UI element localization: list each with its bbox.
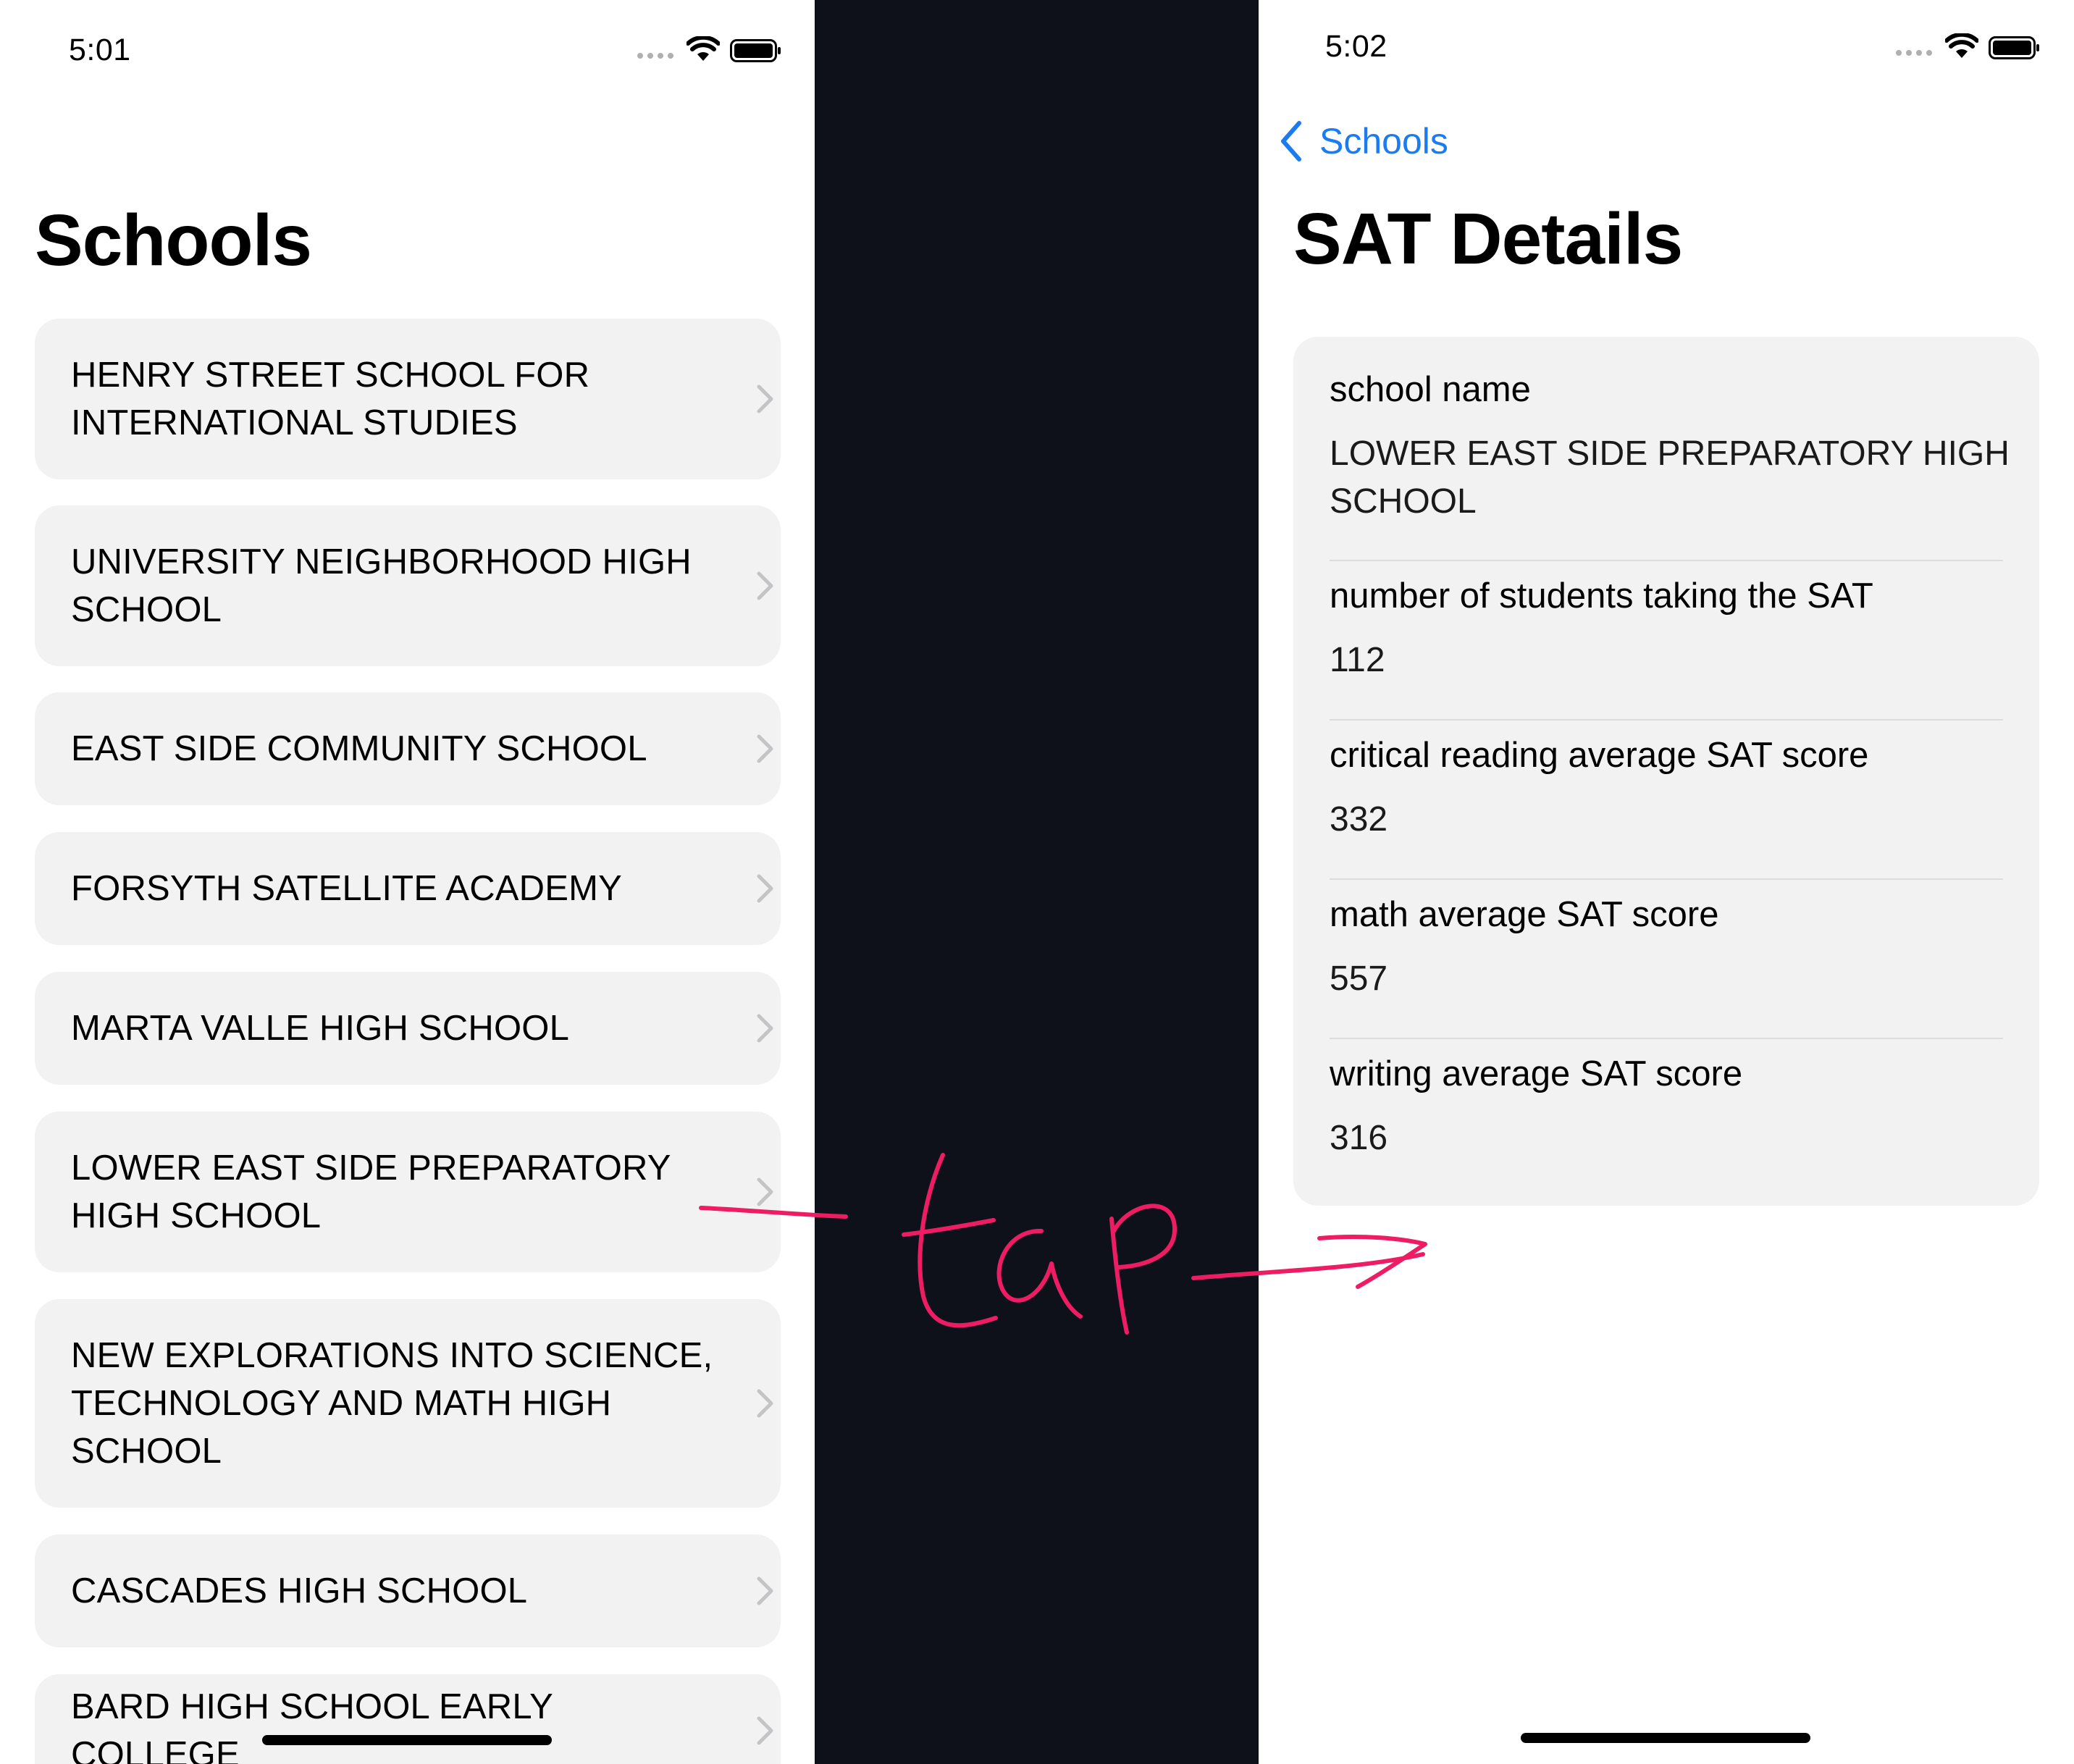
letter-p [1109, 1204, 1177, 1335]
letter-t-cross [902, 1218, 996, 1237]
letter-a [996, 1228, 1083, 1319]
tap-annotation [699, 1153, 1427, 1335]
letter-t [918, 1153, 998, 1328]
arrow-line-left [699, 1206, 848, 1219]
